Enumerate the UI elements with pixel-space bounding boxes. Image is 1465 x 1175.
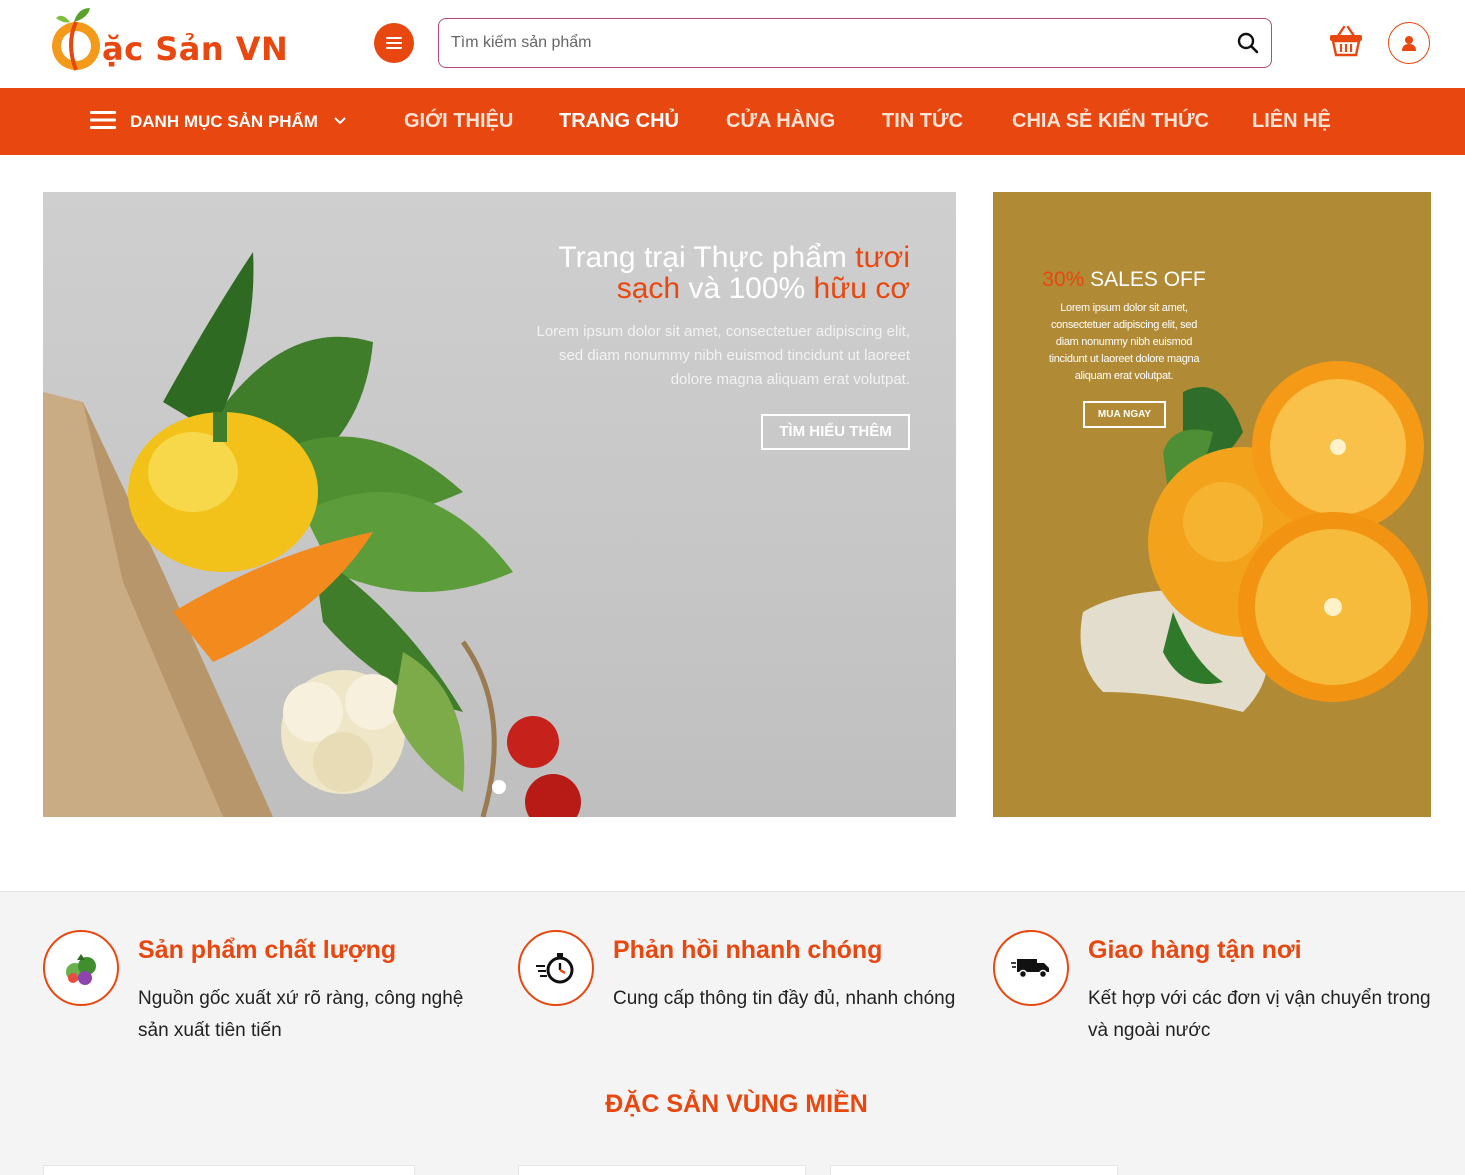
category-menu-label: DANH MỤC SẢN PHẨM xyxy=(130,112,318,131)
user-icon xyxy=(1402,36,1416,51)
hero-description: Lorem ipsum dolor sit amet, consectetuer… xyxy=(536,323,910,388)
section-title: ĐẶC SẢN VÙNG MIỀN xyxy=(605,1090,868,1118)
nav-item-chia-se[interactable]: CHIA SẺ KIẾN THỨC xyxy=(1012,88,1209,155)
buy-now-button[interactable]: MUA NGAY xyxy=(1083,401,1166,428)
slider-dot[interactable] xyxy=(492,780,506,794)
search-icon[interactable] xyxy=(1237,32,1259,54)
promo-title: 30% SALES OFF xyxy=(993,268,1255,292)
feature-quality: Sản phẩm chất lượng Nguồn gốc xuất xứ rõ… xyxy=(43,930,483,1060)
category-menu[interactable]: DANH MỤC SẢN PHẨM xyxy=(90,88,360,155)
feature-title: Phản hồi nhanh chóng xyxy=(613,936,883,964)
promo-percent: 30% xyxy=(1042,268,1085,291)
feature-title: Giao hàng tận nơi xyxy=(1088,936,1302,964)
search-input[interactable] xyxy=(451,31,1211,55)
feature-description: Kết hợp với các đơn vị vận chuyển trong … xyxy=(1088,988,1431,1041)
product-card[interactable] xyxy=(830,1165,1118,1175)
logo-text: ặc Sản VN xyxy=(102,30,289,68)
truck-icon xyxy=(1011,959,1049,979)
promo-banner[interactable]: 30% SALES OFF Lorem ipsum dolor sit amet… xyxy=(993,192,1431,817)
nav-item-tin-tuc[interactable]: TIN TỨC xyxy=(882,88,963,155)
feature-delivery: Giao hàng tận nơi Kết hợp với các đơn vị… xyxy=(993,930,1433,1060)
product-card[interactable] xyxy=(43,1165,415,1175)
feature-title: Sản phẩm chất lượng xyxy=(138,936,397,964)
learn-more-button[interactable]: TÌM HIỂU THÊM xyxy=(761,414,910,450)
promo-description: Lorem ipsum dolor sit amet, consectetuer… xyxy=(1048,302,1200,382)
cart-icon[interactable] xyxy=(1328,24,1364,58)
menu-icon xyxy=(386,37,402,49)
hamburger-icon xyxy=(90,111,116,129)
feature-description: Cung cấp thông tin đầy đủ, nhanh chóng xyxy=(613,988,956,1009)
stopwatch-icon xyxy=(536,953,574,984)
chevron-down-icon xyxy=(334,117,346,125)
vegetables-icon xyxy=(66,954,96,985)
feature-icon-circle xyxy=(518,930,594,1006)
hero-title: Trang trại Thực phẩm tươi sạch và 100% h… xyxy=(490,242,910,304)
feature-icon-circle xyxy=(993,930,1069,1006)
product-card[interactable] xyxy=(518,1165,806,1175)
main-nav: DANH MỤC SẢN PHẨM GIỚI THIỆU TRANG CHỦ C… xyxy=(0,88,1465,155)
menu-toggle-button[interactable] xyxy=(374,23,414,63)
hero-title-highlight2: hữu cơ xyxy=(813,272,910,305)
feature-fast-response: Phản hồi nhanh chóng Cung cấp thông tin … xyxy=(518,930,958,1060)
nav-item-trang-chu[interactable]: TRANG CHỦ xyxy=(559,88,679,155)
hero-title-part2: và 100% xyxy=(680,272,814,305)
features-section: Sản phẩm chất lượng Nguồn gốc xuất xứ rõ… xyxy=(0,891,1465,1175)
feature-icon-circle xyxy=(43,930,119,1006)
site-header: ặc Sản VN xyxy=(0,0,1465,88)
promo-title-rest: SALES OFF xyxy=(1084,268,1206,291)
site-logo[interactable]: ặc Sản VN xyxy=(46,4,306,76)
hero-slider[interactable]: Trang trại Thực phẩm tươi sạch và 100% h… xyxy=(43,192,956,817)
nav-item-cua-hang[interactable]: CỬA HÀNG xyxy=(726,88,835,155)
user-account-button[interactable] xyxy=(1388,22,1430,64)
search-bar xyxy=(438,18,1272,68)
hero-title-part1: Trang trại Thực phẩm xyxy=(558,241,856,274)
feature-description: Nguồn gốc xuất xứ rõ ràng, công nghệ sản… xyxy=(138,988,464,1041)
nav-item-lien-he[interactable]: LIÊN HỆ xyxy=(1252,88,1331,155)
nav-item-gioi-thieu[interactable]: GIỚI THIỆU xyxy=(404,88,513,155)
